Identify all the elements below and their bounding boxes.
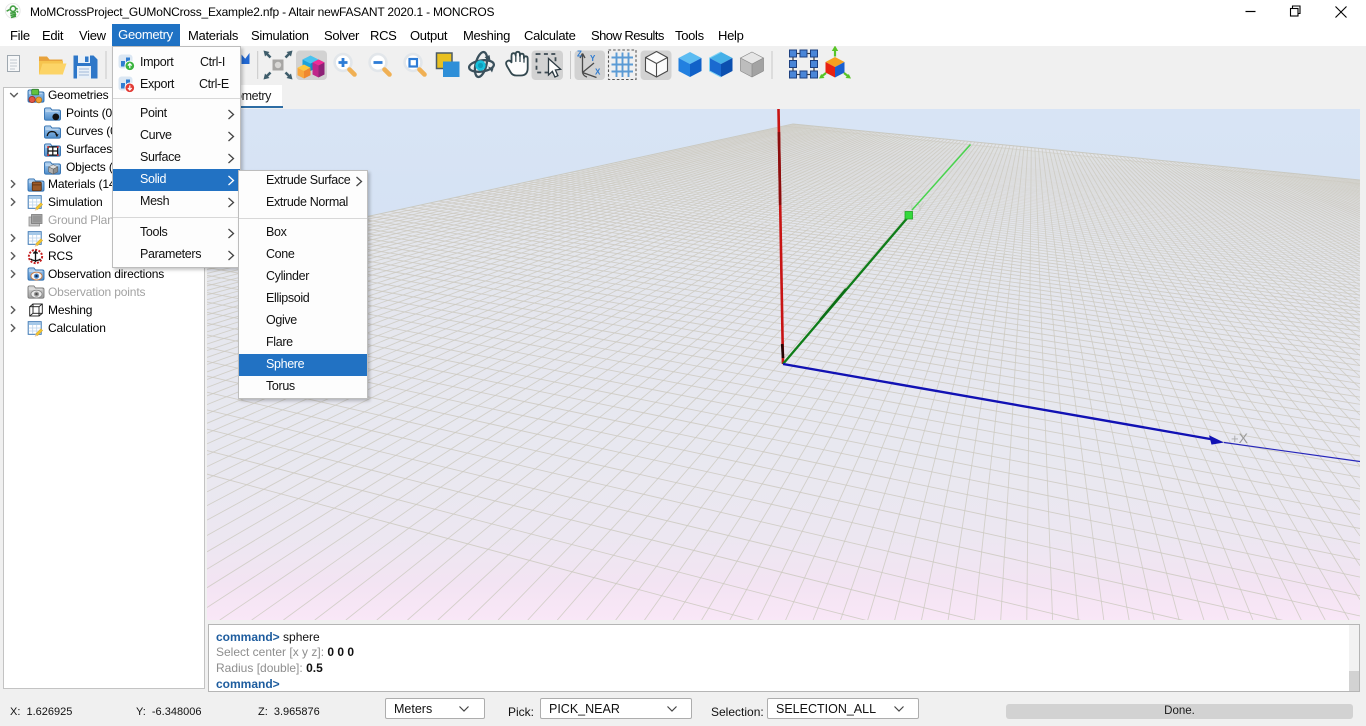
svg-text:Z: Z [577,50,582,59]
svg-text:Ground Plane: Ground Plane [48,213,121,227]
svg-text:Simulation: Simulation [48,195,103,209]
svg-text:Solver: Solver [48,231,81,245]
svg-text:+X: +X [1231,430,1249,446]
svg-text:Meshing: Meshing [48,303,92,317]
svg-text:Observation points: Observation points [48,285,146,299]
svg-text:X: X [595,68,601,77]
svg-text:Materials (14): Materials (14) [48,177,119,191]
svg-text:Geometries: Geometries [48,88,109,102]
svg-text:Observation directions: Observation directions [48,267,164,281]
svg-text:RCS: RCS [48,249,73,263]
svg-text:Calculation: Calculation [48,321,106,335]
svg-text:Y: Y [590,54,596,63]
svg-text:Points (0): Points (0) [66,106,116,120]
